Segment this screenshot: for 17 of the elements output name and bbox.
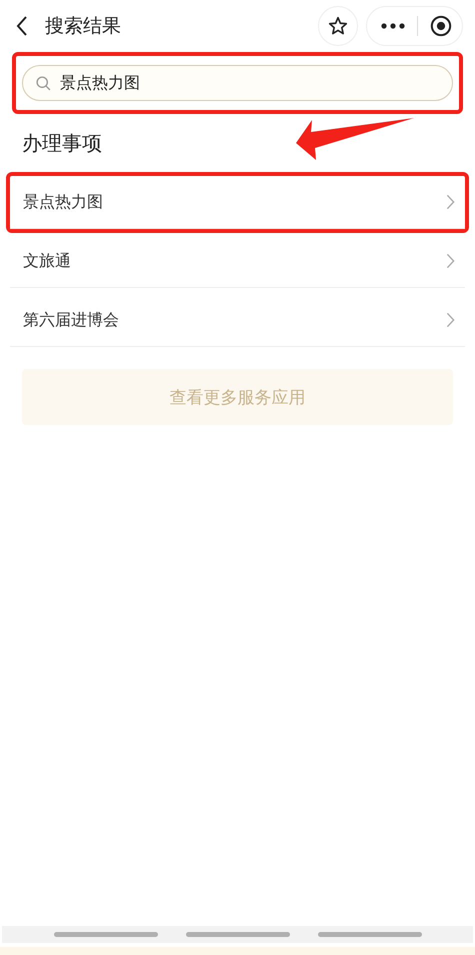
search-icon bbox=[35, 74, 52, 92]
chevron-right-icon bbox=[446, 194, 455, 210]
more-icon[interactable] bbox=[381, 23, 405, 29]
section-title: 办理事项 bbox=[22, 130, 102, 156]
item-label: 第六届进博会 bbox=[23, 310, 119, 330]
item-label: 景点热力图 bbox=[23, 192, 103, 212]
back-icon[interactable] bbox=[16, 15, 28, 37]
list-item[interactable]: 第六届进博会 bbox=[10, 294, 465, 347]
chevron-right-icon bbox=[446, 312, 455, 328]
chevron-right-icon bbox=[446, 253, 455, 269]
favorite-button[interactable] bbox=[318, 6, 358, 46]
list-item[interactable]: 景点热力图 bbox=[10, 176, 465, 229]
page-title: 搜索结果 bbox=[45, 14, 121, 39]
list-item[interactable]: 文旅通 bbox=[10, 235, 465, 288]
search-field[interactable]: 景点热力图 bbox=[60, 74, 260, 92]
star-icon bbox=[327, 15, 349, 37]
item-label: 文旅通 bbox=[23, 250, 71, 272]
